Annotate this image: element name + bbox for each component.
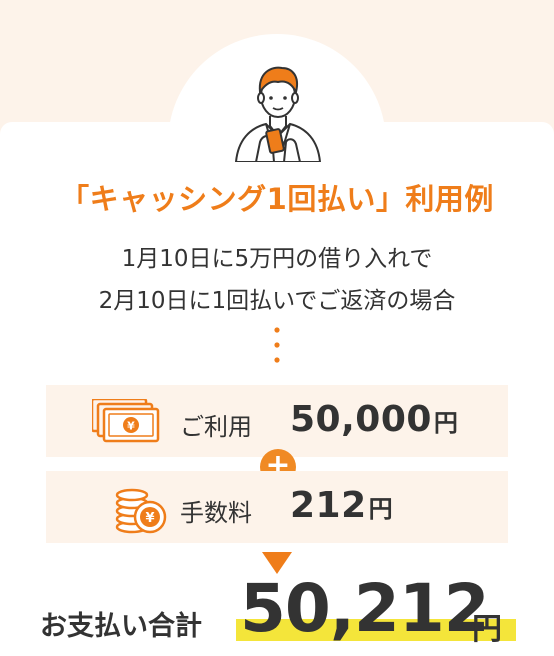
vertical-dots-icon bbox=[274, 327, 280, 363]
total-unit: 円 bbox=[472, 612, 502, 647]
example-description: 1月10日に5万円の借り入れで 2月10日に1回払いでご返済の場合 bbox=[0, 238, 554, 322]
svg-text:¥: ¥ bbox=[127, 420, 135, 433]
fee-value: 212 bbox=[290, 485, 367, 526]
total-value: 50,212 bbox=[240, 570, 490, 647]
person-with-phone-icon bbox=[234, 66, 322, 162]
description-line-1: 1月10日に5万円の借り入れで bbox=[121, 246, 433, 272]
usage-value: 50,000 bbox=[290, 399, 432, 440]
fee-amount: 212円 bbox=[290, 485, 393, 526]
example-title: 「キャッシング1回払い」利用例 bbox=[60, 182, 494, 216]
banknotes-yen-icon: ¥ bbox=[92, 399, 160, 443]
usage-row: ¥ ご利用 50,000円 bbox=[46, 385, 508, 457]
total-label: お支払い合計 bbox=[40, 611, 202, 642]
usage-amount: 50,000円 bbox=[290, 399, 458, 440]
description-line-2: 2月10日に1回払いでご返済の場合 bbox=[98, 288, 456, 314]
coins-yen-icon: ¥ bbox=[115, 488, 167, 534]
usage-label: ご利用 bbox=[180, 413, 252, 441]
svg-text:¥: ¥ bbox=[145, 511, 154, 526]
fee-row: ¥ 手数料 212円 bbox=[46, 471, 508, 543]
usage-unit: 円 bbox=[433, 409, 459, 437]
fee-unit: 円 bbox=[368, 495, 394, 523]
fee-label: 手数料 bbox=[180, 499, 252, 527]
